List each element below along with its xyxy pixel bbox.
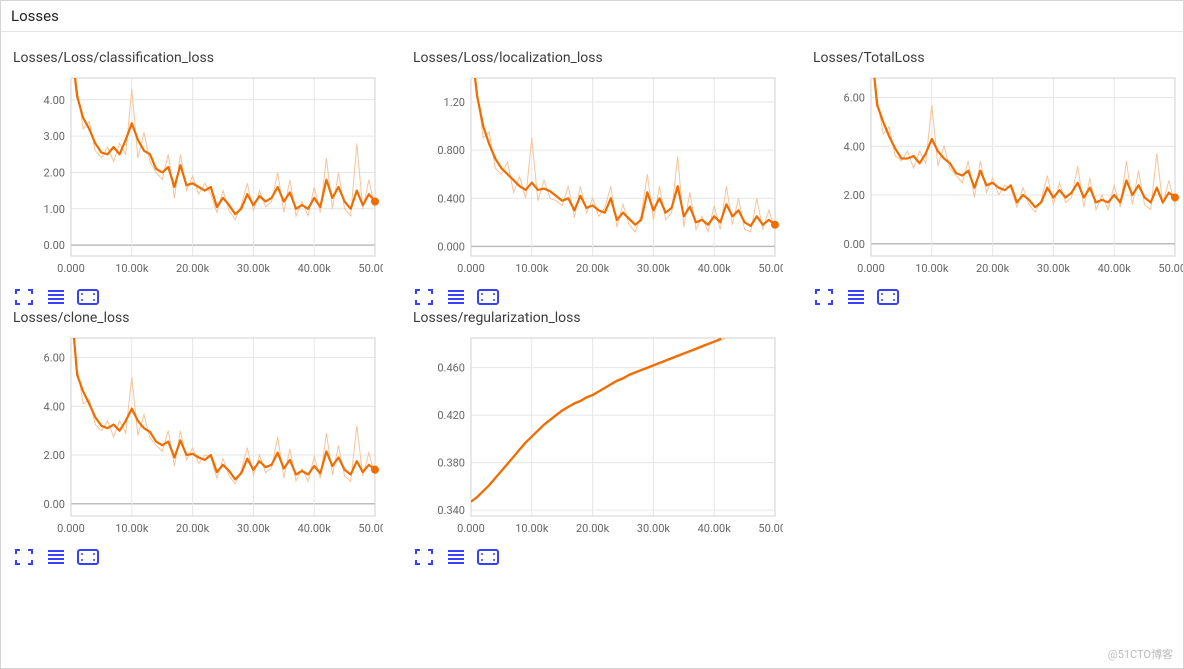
- svg-text:1.00: 1.00: [44, 203, 65, 216]
- dashboard-page: Losses Losses/Loss/classification_loss 0.…: [0, 0, 1184, 669]
- panel-title: Losses/regularization_loss: [413, 310, 793, 326]
- panel-grid: Losses/Loss/classification_loss 0.00 1.00 2…: [1, 32, 1183, 566]
- svg-text:40.00k: 40.00k: [1098, 262, 1132, 275]
- list-icon[interactable]: [445, 548, 467, 566]
- svg-text:4.00: 4.00: [44, 400, 65, 413]
- svg-text:0.400: 0.400: [437, 192, 465, 205]
- svg-text:50.00k: 50.00k: [1158, 262, 1183, 275]
- fit-icon[interactable]: [477, 288, 499, 306]
- svg-text:10.00k: 10.00k: [115, 522, 149, 535]
- svg-text:6.00: 6.00: [844, 92, 865, 105]
- svg-text:4.00: 4.00: [44, 94, 65, 107]
- list-icon[interactable]: [45, 548, 67, 566]
- section-title[interactable]: Losses: [1, 1, 1183, 32]
- chart-toolbar: [13, 288, 393, 306]
- chart-classification[interactable]: 0.00 1.00 2.00 3.00 4.00 0.000 10.00k 20.00k 30.…: [13, 72, 383, 282]
- svg-text:40.00k: 40.00k: [698, 522, 732, 535]
- svg-text:30.00k: 30.00k: [237, 522, 271, 535]
- chart-totalloss[interactable]: 0.00 2.00 4.00 6.00 0.000 10.00k 20.00k 30.00k 4…: [813, 72, 1183, 282]
- panel-title: Losses/clone_loss: [13, 310, 393, 326]
- list-icon[interactable]: [845, 288, 867, 306]
- svg-text:0.00: 0.00: [44, 498, 65, 511]
- expand-icon[interactable]: [813, 288, 835, 306]
- svg-text:30.00k: 30.00k: [237, 262, 271, 275]
- panel-totalloss: Losses/TotalLoss 0.00 2.00 4.00 6.00 0.000 10.…: [813, 50, 1184, 306]
- svg-text:20.00k: 20.00k: [176, 522, 210, 535]
- panel-classification: Losses/Loss/classification_loss 0.00 1.00 2…: [13, 50, 393, 306]
- svg-text:0.000: 0.000: [57, 262, 85, 275]
- svg-text:2.00: 2.00: [844, 189, 865, 202]
- panel-title: Losses/Loss/classification_loss: [13, 50, 393, 66]
- svg-text:0.000: 0.000: [437, 240, 465, 253]
- svg-text:0.340: 0.340: [437, 504, 465, 517]
- svg-text:50.00k: 50.00k: [758, 262, 783, 275]
- svg-text:10.00k: 10.00k: [115, 262, 149, 275]
- svg-text:6.00: 6.00: [44, 352, 65, 365]
- svg-text:4.00: 4.00: [844, 140, 865, 153]
- svg-text:20.00k: 20.00k: [976, 262, 1010, 275]
- chart-regloss[interactable]: 0.340 0.380 0.420 0.460 0.000 10.00k 20.00k 30.…: [413, 332, 783, 542]
- list-icon[interactable]: [445, 288, 467, 306]
- svg-text:20.00k: 20.00k: [576, 262, 610, 275]
- svg-text:0.420: 0.420: [437, 409, 465, 422]
- fit-icon[interactable]: [477, 548, 499, 566]
- svg-text:1.20: 1.20: [444, 96, 465, 109]
- chart-toolbar: [13, 548, 393, 566]
- panel-title: Losses/TotalLoss: [813, 50, 1184, 66]
- expand-icon[interactable]: [413, 548, 435, 566]
- svg-text:50.00k: 50.00k: [758, 522, 783, 535]
- svg-text:50.00k: 50.00k: [358, 522, 383, 535]
- svg-text:10.00k: 10.00k: [515, 522, 549, 535]
- svg-text:20.00k: 20.00k: [576, 522, 610, 535]
- svg-text:40.00k: 40.00k: [298, 262, 332, 275]
- chart-toolbar: [413, 548, 793, 566]
- svg-text:2.00: 2.00: [44, 166, 65, 179]
- panel-title: Losses/Loss/localization_loss: [413, 50, 793, 66]
- svg-text:50.00k: 50.00k: [358, 262, 383, 275]
- chart-toolbar: [413, 288, 793, 306]
- svg-text:3.00: 3.00: [44, 130, 65, 143]
- list-icon[interactable]: [45, 288, 67, 306]
- svg-text:2.00: 2.00: [44, 449, 65, 462]
- svg-text:0.460: 0.460: [437, 362, 465, 375]
- svg-text:10.00k: 10.00k: [915, 262, 949, 275]
- fit-icon[interactable]: [77, 288, 99, 306]
- watermark: @51CTO博客: [1108, 646, 1173, 662]
- panel-cloneloss: Losses/clone_loss 0.00 2.00 4.00 6.00 0.000 10…: [13, 310, 393, 566]
- expand-icon[interactable]: [413, 288, 435, 306]
- chart-localization[interactable]: 0.000 0.400 0.800 1.20 0.000 10.00k 20.00k 30.0…: [413, 72, 783, 282]
- svg-text:0.000: 0.000: [57, 522, 85, 535]
- chart-cloneloss[interactable]: 0.00 2.00 4.00 6.00 0.000 10.00k 20.00k 30.00k 4…: [13, 332, 383, 542]
- svg-text:0.00: 0.00: [844, 238, 865, 251]
- svg-text:40.00k: 40.00k: [298, 522, 332, 535]
- panel-regloss: Losses/regularization_loss 0.340 0.380 0.42…: [413, 310, 793, 566]
- svg-text:0.00: 0.00: [44, 239, 65, 252]
- expand-icon[interactable]: [13, 288, 35, 306]
- fit-icon[interactable]: [877, 288, 899, 306]
- chart-toolbar: [813, 288, 1184, 306]
- svg-text:0.000: 0.000: [857, 262, 885, 275]
- panel-localization: Losses/Loss/localization_loss0.0000.4000…: [413, 50, 793, 306]
- fit-icon[interactable]: [77, 548, 99, 566]
- svg-text:0.380: 0.380: [437, 457, 465, 470]
- svg-text:0.000: 0.000: [457, 262, 485, 275]
- svg-text:30.00k: 30.00k: [637, 262, 671, 275]
- expand-icon[interactable]: [13, 548, 35, 566]
- svg-text:0.000: 0.000: [457, 522, 485, 535]
- svg-text:20.00k: 20.00k: [176, 262, 210, 275]
- svg-text:30.00k: 30.00k: [1037, 262, 1071, 275]
- svg-text:0.800: 0.800: [437, 144, 465, 157]
- svg-text:10.00k: 10.00k: [515, 262, 549, 275]
- svg-text:30.00k: 30.00k: [637, 522, 671, 535]
- svg-text:40.00k: 40.00k: [698, 262, 732, 275]
